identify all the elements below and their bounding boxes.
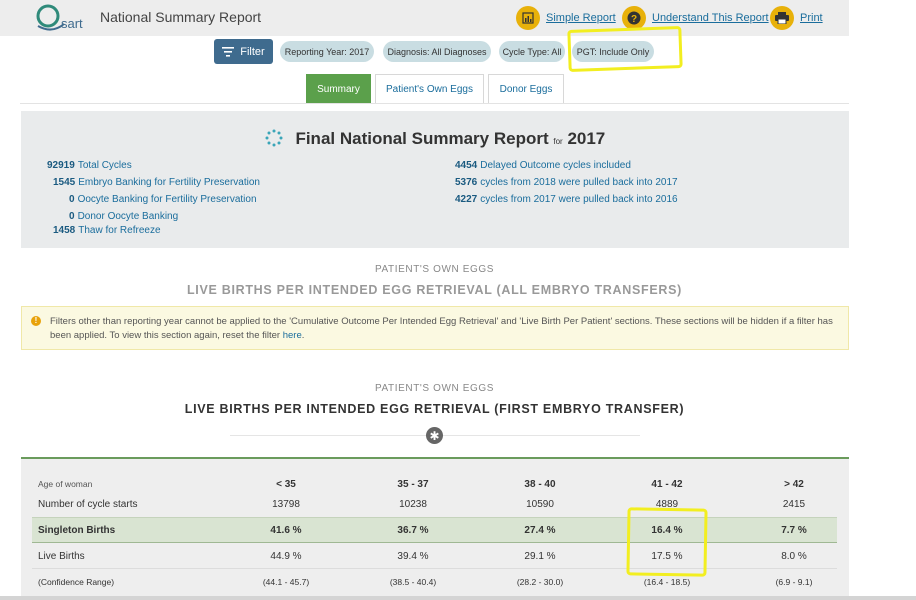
app-header: sart National Summary Report Simple Repo… [0, 0, 849, 36]
stat-oocyte-banking: 0 Oocyte Banking for Fertility Preservati… [69, 194, 257, 205]
table-cell: 41.6 % [270, 524, 302, 536]
stat-pulled-2017: 4227 cycles from 2017 were pulled back in… [455, 194, 678, 205]
table-row: Number of cycle starts 13798 10238 10590… [32, 493, 837, 515]
col-header-gt42: > 42 [784, 478, 804, 490]
stat-donor-oocyte-banking: 0 Donor Oocyte Banking [69, 211, 179, 222]
chip-reporting-year[interactable]: Reporting Year: 2017 [280, 41, 374, 62]
col-header-41-42: 41 - 42 [651, 478, 683, 490]
chip-cycle-type[interactable]: Cycle Type: All [499, 41, 565, 62]
table-cell: 16.4 % [651, 524, 683, 536]
reset-filter-link[interactable]: here [283, 330, 302, 341]
table-cell: (28.2 - 30.0) [516, 577, 564, 587]
table-row-highlighted: Singleton Births 41.6 % 36.7 % 27.4 % 16… [32, 517, 837, 543]
outcomes-table: Age of woman < 35 35 - 37 38 - 40 41 - 4… [21, 457, 849, 600]
summary-for-word: for [553, 137, 563, 146]
understand-report-link[interactable]: ? Understand This Report [622, 5, 769, 31]
table-cell: 4889 [655, 498, 679, 510]
loading-dots-icon [265, 129, 283, 147]
table-cell: 29.1 % [524, 551, 556, 562]
svg-text:?: ? [631, 14, 637, 25]
table-cell: 36.7 % [397, 524, 429, 536]
col-header-35-37: 35 - 37 [397, 478, 429, 490]
table-cell: 10238 [399, 498, 427, 510]
tab-donor-eggs[interactable]: Donor Eggs [488, 74, 564, 103]
row-label: Singleton Births [38, 524, 116, 536]
summary-panel: Final National Summary Report for 2017 9… [21, 111, 849, 248]
filter-notice: ! Filters other than reporting year cann… [21, 306, 849, 350]
horizontal-scrollbar[interactable] [0, 596, 916, 600]
stat-total-cycles: 92919 Total Cycles [47, 160, 132, 171]
table-cell: 7.7 % [781, 524, 807, 536]
page-title: National Summary Report [100, 9, 262, 25]
sart-logo[interactable]: sart [34, 4, 90, 32]
chip-pgt[interactable]: PGT: Include Only [572, 41, 654, 62]
stat-thaw-refreeze: 1458 Thaw for Refreeze [53, 225, 161, 236]
table-cell: 17.5 % [651, 551, 683, 562]
tabs-underline [20, 103, 849, 104]
summary-year: 2017 [567, 129, 606, 148]
row-label: Live Births [38, 551, 85, 562]
bar-chart-icon [516, 6, 540, 30]
logo-text: sart [61, 16, 83, 31]
question-icon: ? [622, 6, 646, 30]
summary-title-text: Final National Summary Report [295, 129, 549, 148]
printer-icon [770, 6, 794, 30]
table-cell: (6.9 - 9.1) [775, 577, 813, 587]
section2-title: LIVE BIRTHS PER INTENDED EGG RETRIEVAL (… [184, 402, 685, 416]
print-link[interactable]: Print [770, 5, 823, 31]
table-cell: 10590 [526, 498, 554, 510]
col-header-lt35: < 35 [276, 478, 296, 490]
section1-title: LIVE BIRTHS PER INTENDED EGG RETRIEVAL (… [186, 283, 683, 297]
chip-diagnosis[interactable]: Diagnosis: All Diagnoses [383, 41, 491, 62]
notice-text: Filters other than reporting year cannot… [50, 316, 833, 341]
table-row: (Confidence Range) (44.1 - 45.7) (38.5 -… [32, 571, 837, 593]
warning-icon: ! [31, 316, 41, 326]
table-row: Live Births 44.9 % 39.4 % 29.1 % 17.5 % … [32, 545, 837, 569]
table-cell: 8.0 % [781, 551, 807, 562]
stat-embryo-banking: 1545 Embryo Banking for Fertility Preserv… [53, 177, 260, 188]
asterisk-icon: ✱ [426, 427, 443, 444]
table-cell: (16.4 - 18.5) [643, 577, 691, 587]
table-cell: 27.4 % [524, 524, 556, 536]
simple-report-link[interactable]: Simple Report [516, 5, 616, 31]
simple-report-label[interactable]: Simple Report [546, 12, 616, 24]
filter-button-label[interactable]: Filter [240, 46, 264, 58]
print-label[interactable]: Print [800, 12, 823, 24]
table-cell: 13798 [272, 498, 300, 510]
filter-bar: Filter Reporting Year: 2017 Diagnosis: A… [0, 38, 849, 66]
table-cell: 2415 [782, 498, 806, 510]
stat-pulled-2018: 5376 cycles from 2018 were pulled back in… [455, 177, 678, 188]
filter-lines-icon [222, 46, 235, 57]
understand-report-label[interactable]: Understand This Report [652, 12, 769, 24]
table-cell: (44.1 - 45.7) [262, 577, 310, 587]
table-header-row: Age of woman < 35 35 - 37 38 - 40 41 - 4… [32, 475, 837, 493]
table-cell: (38.5 - 40.4) [389, 577, 437, 587]
summary-heading: Final National Summary Report for 2017 [21, 129, 849, 149]
tab-patients-own-eggs[interactable]: Patient's Own Eggs [375, 74, 484, 103]
col-header-38-40: 38 - 40 [524, 478, 556, 490]
table-cell: 39.4 % [397, 551, 429, 562]
row-label: (Confidence Range) [38, 577, 115, 587]
age-of-woman-label: Age of woman [38, 479, 93, 489]
tab-summary[interactable]: Summary [306, 74, 371, 103]
stat-delayed-outcome: 4454 Delayed Outcome cycles included [455, 160, 631, 171]
filter-button[interactable]: Filter [214, 39, 273, 64]
table-cell: 44.9 % [270, 551, 302, 562]
section2-subtitle: PATIENT'S OWN EGGS [374, 383, 494, 394]
section1-subtitle: PATIENT'S OWN EGGS [374, 264, 494, 275]
row-label: Number of cycle starts [38, 498, 138, 510]
